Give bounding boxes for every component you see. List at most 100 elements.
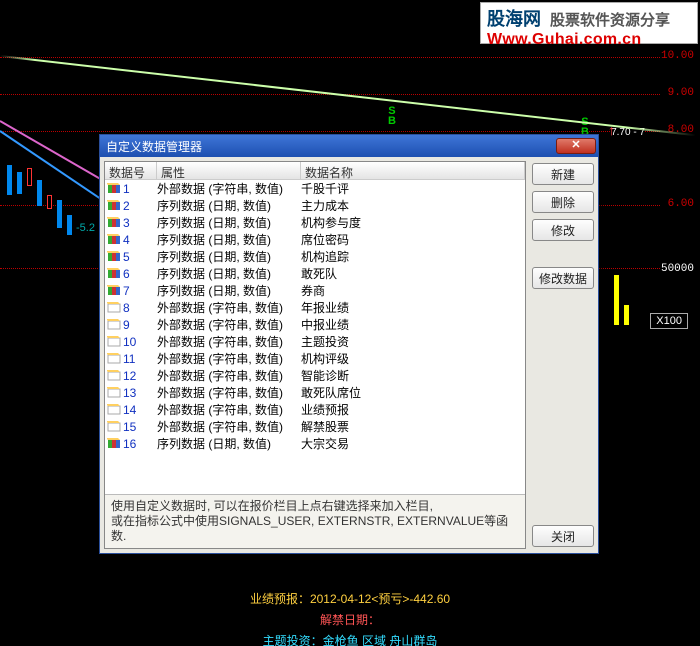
row-dataname: 机构参与度: [301, 214, 523, 231]
list-header: 数据号 属性 数据名称: [105, 162, 525, 180]
button-column: 新建 删除 修改 修改数据 关闭: [532, 161, 594, 549]
row-dataname: 主力成本: [301, 197, 523, 214]
row-dataname: 年报业绩: [301, 299, 523, 316]
row-dataname: 敢死队: [301, 265, 523, 282]
bottom-info: 业绩预报：2012-04-12<预亏>-442.60 解禁日期： 主题投资：金枪…: [0, 586, 700, 646]
volume-bar: [614, 275, 619, 325]
list-item[interactable]: 16序列数据 (日期, 数值)大宗交易: [105, 435, 525, 452]
chart-background: 股海网 股票软件资源分享 Www.Guhai.com.cn 10.00 9.00…: [0, 0, 700, 646]
row-attribute: 外部数据 (字符串, 数值): [157, 384, 301, 401]
list-item[interactable]: 4序列数据 (日期, 数值)席位密码: [105, 231, 525, 248]
candlestick: [47, 195, 52, 209]
dialog-titlebar[interactable]: 自定义数据管理器 ✕: [100, 135, 598, 157]
list-item[interactable]: 10外部数据 (字符串, 数值)主题投资: [105, 333, 525, 350]
close-dialog-button[interactable]: 关闭: [532, 525, 594, 547]
row-number: 8: [123, 301, 157, 315]
theme-invest-label: 主题投资：: [263, 634, 323, 646]
row-attribute: 序列数据 (日期, 数值): [157, 197, 301, 214]
col-header-attribute[interactable]: 属性: [157, 162, 301, 179]
delete-button[interactable]: 删除: [532, 191, 594, 213]
row-icon: [107, 421, 121, 433]
row-number: 4: [123, 233, 157, 247]
row-icon: [107, 353, 121, 365]
row-dataname: 机构追踪: [301, 248, 523, 265]
list-rows[interactable]: 1外部数据 (字符串, 数值)千股千评2序列数据 (日期, 数值)主力成本3序列…: [105, 180, 525, 494]
edit-button[interactable]: 修改: [532, 219, 594, 241]
row-number: 11: [123, 352, 157, 366]
data-list: 数据号 属性 数据名称 1外部数据 (字符串, 数值)千股千评2序列数据 (日期…: [104, 161, 526, 549]
forecast-value: 2012-04-12<预亏>-442.60: [310, 592, 450, 606]
s-marker: SB: [388, 106, 396, 126]
row-icon: [107, 438, 121, 450]
list-item[interactable]: 8外部数据 (字符串, 数值)年报业绩: [105, 299, 525, 316]
row-number: 3: [123, 216, 157, 230]
row-attribute: 外部数据 (字符串, 数值): [157, 350, 301, 367]
custom-data-manager-dialog: 自定义数据管理器 ✕ 数据号 属性 数据名称 1外部数据 (字符串, 数值)千股…: [99, 134, 599, 554]
close-button[interactable]: ✕: [556, 138, 596, 154]
row-icon: [107, 183, 121, 195]
list-item[interactable]: 15外部数据 (字符串, 数值)解禁股票: [105, 418, 525, 435]
new-button[interactable]: 新建: [532, 163, 594, 185]
row-dataname: 中报业绩: [301, 316, 523, 333]
edit-data-button[interactable]: 修改数据: [532, 267, 594, 289]
row-attribute: 序列数据 (日期, 数值): [157, 282, 301, 299]
forecast-label: 业绩预报：: [250, 592, 310, 606]
volume-bar: [624, 305, 629, 325]
list-item[interactable]: 1外部数据 (字符串, 数值)千股千评: [105, 180, 525, 197]
row-attribute: 外部数据 (字符串, 数值): [157, 367, 301, 384]
row-number: 1: [123, 182, 157, 196]
axis-label: 9.00: [668, 87, 694, 99]
row-number: 9: [123, 318, 157, 332]
row-icon: [107, 319, 121, 331]
candlestick: [37, 180, 42, 206]
grid-line: [0, 57, 660, 58]
row-icon: [107, 370, 121, 382]
row-number: 2: [123, 199, 157, 213]
row-attribute: 序列数据 (日期, 数值): [157, 248, 301, 265]
list-item[interactable]: 13外部数据 (字符串, 数值)敢死队席位: [105, 384, 525, 401]
axis-label: 50000: [661, 263, 694, 275]
row-number: 15: [123, 420, 157, 434]
row-number: 16: [123, 437, 157, 451]
list-item[interactable]: 14外部数据 (字符串, 数值)业绩预报: [105, 401, 525, 418]
watermark-desc: 股票软件资源分享: [550, 12, 670, 29]
list-item[interactable]: 12外部数据 (字符串, 数值)智能诊断: [105, 367, 525, 384]
candlestick: [17, 172, 22, 194]
col-header-name[interactable]: 数据名称: [301, 162, 525, 179]
list-item[interactable]: 6序列数据 (日期, 数值)敢死队: [105, 265, 525, 282]
list-item[interactable]: 7序列数据 (日期, 数值)券商: [105, 282, 525, 299]
row-attribute: 序列数据 (日期, 数值): [157, 435, 301, 452]
row-icon: [107, 268, 121, 280]
watermark-logo: 股海网 股票软件资源分享 Www.Guhai.com.cn: [480, 2, 698, 44]
dialog-title: 自定义数据管理器: [106, 138, 556, 155]
row-icon: [107, 217, 121, 229]
row-dataname: 席位密码: [301, 231, 523, 248]
row-icon: [107, 336, 121, 348]
row-number: 7: [123, 284, 157, 298]
watermark-url: Www.Guhai.com.cn: [487, 31, 691, 49]
list-item[interactable]: 3序列数据 (日期, 数值)机构参与度: [105, 214, 525, 231]
row-dataname: 机构评级: [301, 350, 523, 367]
row-icon: [107, 200, 121, 212]
row-icon: [107, 387, 121, 399]
list-item[interactable]: 2序列数据 (日期, 数值)主力成本: [105, 197, 525, 214]
row-number: 6: [123, 267, 157, 281]
row-number: 5: [123, 250, 157, 264]
row-attribute: 外部数据 (字符串, 数值): [157, 333, 301, 350]
row-attribute: 外部数据 (字符串, 数值): [157, 418, 301, 435]
candlestick: [57, 200, 62, 228]
list-item[interactable]: 11外部数据 (字符串, 数值)机构评级: [105, 350, 525, 367]
row-attribute: 序列数据 (日期, 数值): [157, 265, 301, 282]
hint-line1: 使用自定义数据时, 可以在报价栏目上点右键选择来加入栏目,: [111, 499, 519, 514]
list-item[interactable]: 9外部数据 (字符串, 数值)中报业绩: [105, 316, 525, 333]
col-header-number[interactable]: 数据号: [105, 162, 157, 179]
row-dataname: 主题投资: [301, 333, 523, 350]
row-icon: [107, 285, 121, 297]
hint-line2: 或在指标公式中使用SIGNALS_USER, EXTERNSTR, EXTERN…: [111, 514, 519, 544]
list-item[interactable]: 5序列数据 (日期, 数值)机构追踪: [105, 248, 525, 265]
row-number: 13: [123, 386, 157, 400]
candlestick: [7, 165, 12, 195]
row-icon: [107, 234, 121, 246]
row-dataname: 千股千评: [301, 180, 523, 197]
unlock-date-label: 解禁日期：: [320, 613, 380, 627]
